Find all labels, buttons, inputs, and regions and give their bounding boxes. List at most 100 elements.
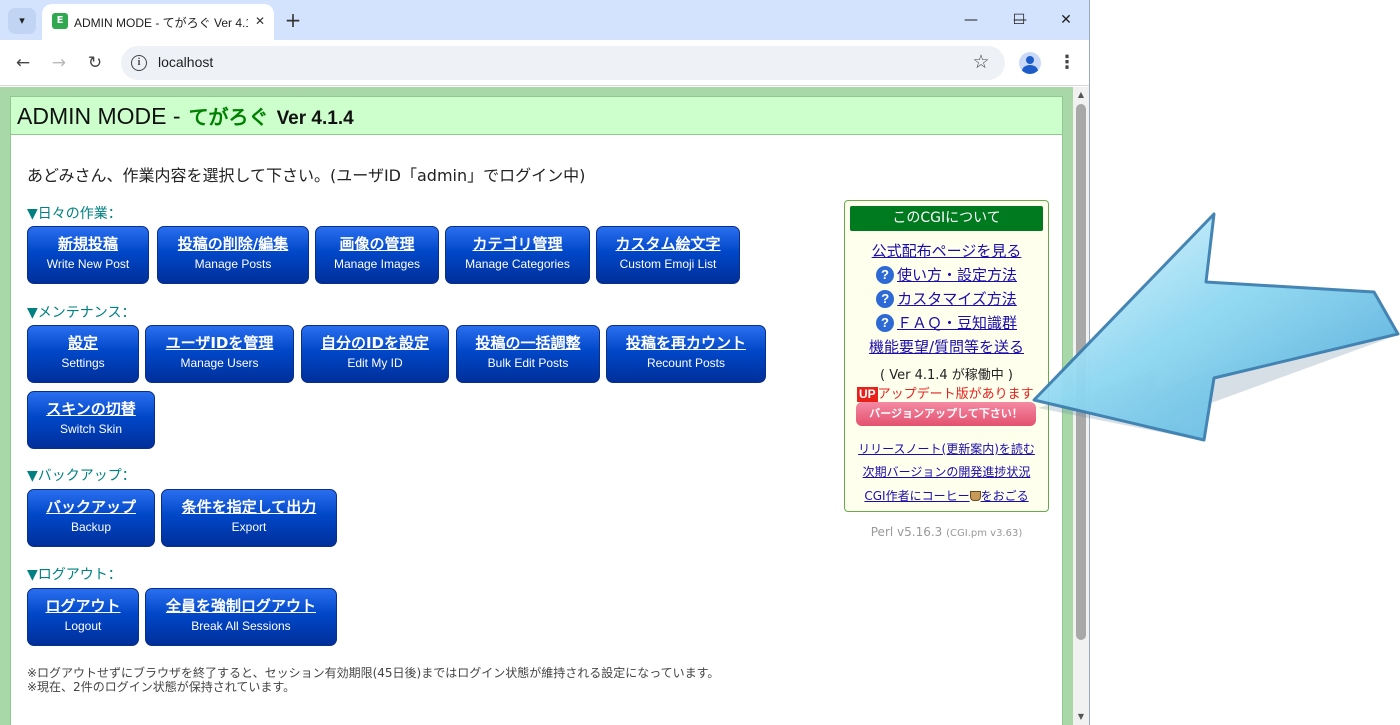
recount-posts-button[interactable]: 投稿を再カウント Recount Posts xyxy=(606,325,766,383)
release-notes-link[interactable]: リリースノート(更新案内)を読む xyxy=(845,440,1048,457)
custom-emoji-button[interactable]: カスタム絵文字 Custom Emoji List xyxy=(596,226,740,284)
version-up-button[interactable]: バージョンアップして下さい！ xyxy=(856,402,1036,426)
tab-close-icon[interactable]: ✕ xyxy=(252,13,268,29)
about-cgi-box: このCGIについて 公式配布ページを見る ? 使い方・設定方法 ? カスタマイズ方法… xyxy=(844,200,1049,512)
export-button[interactable]: 条件を指定して出力 Export xyxy=(161,489,337,547)
footnote-session-expiry: ※ログアウトせずにブラウザを終了すると、セッション有効期限(45日後)まではログ… xyxy=(27,666,720,680)
section-logout-label: ▼ログアウト： xyxy=(27,567,122,583)
usage-link[interactable]: ? 使い方・設定方法 xyxy=(845,264,1048,285)
greeting-text: あどみさん、作業内容を選択して下さい。(ユーザID「admin」でログイン中) xyxy=(27,166,586,185)
reload-icon[interactable]: ↻ xyxy=(83,51,107,75)
button-label-en: Switch Skin xyxy=(59,422,123,436)
manage-posts-button[interactable]: 投稿の削除/編集 Manage Posts xyxy=(157,226,309,284)
button-label-jp: 条件を指定して出力 xyxy=(181,498,317,516)
button-label-jp: 投稿の一括調整 xyxy=(475,334,581,352)
usage-link-text[interactable]: 使い方・設定方法 xyxy=(897,266,1017,284)
button-label-en: Manage Categories xyxy=(465,257,570,271)
button-label-en: Backup xyxy=(70,520,112,534)
section-daily-label: ▼日々の作業： xyxy=(27,206,122,222)
coffee-cup-icon xyxy=(969,491,981,501)
faq-link[interactable]: ? ＦＡＱ・豆知識群 xyxy=(845,312,1048,333)
button-label-jp: 新規投稿 xyxy=(57,235,118,253)
browser-window: ▾ E ADMIN MODE - てがろぐ Ver 4.1.4 ✕ + — — … xyxy=(0,0,1090,725)
running-version-text: ( Ver 4.1.4 が稼働中 ) xyxy=(880,368,1013,383)
browser-toolbar: ← → ↻ i localhost ☆ ⋮ xyxy=(0,40,1089,86)
backup-button[interactable]: バックアップ Backup xyxy=(27,489,155,547)
maximize-button[interactable]: ☐ xyxy=(996,6,1042,34)
help-question-icon: ? xyxy=(875,266,894,284)
button-label-jp: スキンの切替 xyxy=(46,400,136,418)
scroll-down-icon[interactable]: ▼ xyxy=(1073,709,1089,725)
tab-admin-mode[interactable]: E ADMIN MODE - てがろぐ Ver 4.1.4 ✕ xyxy=(42,4,274,40)
buy-coffee-text-before[interactable]: CGI作者にコーヒー xyxy=(864,489,969,503)
tab-bar: ▾ E ADMIN MODE - てがろぐ Ver 4.1.4 ✕ + — xyxy=(0,0,1089,40)
update-available-text: アップデート版があります xyxy=(877,387,1034,402)
button-label-jp: バックアップ xyxy=(45,498,136,516)
customize-link-text[interactable]: カスタマイズ方法 xyxy=(897,290,1017,308)
minimize-button[interactable]: — xyxy=(948,6,994,34)
button-label-jp: 画像の管理 xyxy=(339,235,415,253)
button-label-jp: 全員を強制ログアウト xyxy=(165,597,316,615)
cgi-pm-version: (CGI.pm v3.63) xyxy=(946,528,1023,539)
button-label-jp: カテゴリ管理 xyxy=(472,235,563,253)
button-label-en: Manage Images xyxy=(333,257,421,271)
manage-images-button[interactable]: 画像の管理 Manage Images xyxy=(315,226,439,284)
button-label-en: Export xyxy=(231,520,267,534)
break-all-sessions-button[interactable]: 全員を強制ログアウト Break All Sessions xyxy=(145,588,337,646)
footnote: ※ログアウトせずにブラウザを終了すると、セッション有効期限(45日後)まではログ… xyxy=(27,666,719,694)
favicon-icon: E xyxy=(52,13,68,29)
button-label-en: Manage Posts xyxy=(194,257,272,271)
new-tab-icon[interactable]: + xyxy=(282,9,304,31)
faq-link-text[interactable]: ＦＡＱ・豆知識群 xyxy=(897,314,1017,332)
bulk-edit-button[interactable]: 投稿の一括調整 Bulk Edit Posts xyxy=(456,325,600,383)
buy-coffee-text-after[interactable]: をおごる xyxy=(981,489,1029,503)
button-label-en: Bulk Edit Posts xyxy=(487,356,569,370)
close-window-button[interactable]: ✕ xyxy=(1043,6,1089,34)
button-label-en: Logout xyxy=(64,619,102,633)
switch-skin-button[interactable]: スキンの切替 Switch Skin xyxy=(27,391,155,449)
back-arrow-icon[interactable]: ← xyxy=(11,51,35,75)
footnote-session-count: ※現在、2件のログイン状態が保持されています。 xyxy=(27,680,296,694)
official-page-link[interactable]: 公式配布ページを見る xyxy=(845,240,1048,261)
tab-title: ADMIN MODE - てがろぐ Ver 4.1.4 xyxy=(74,16,248,30)
site-info-icon[interactable]: i xyxy=(131,55,147,71)
app-version: Ver 4.1.4 xyxy=(276,108,354,129)
button-label-jp: 自分のIDを設定 xyxy=(320,334,430,352)
edit-my-id-button[interactable]: 自分のIDを設定 Edit My ID xyxy=(301,325,449,383)
manage-categories-button[interactable]: カテゴリ管理 Manage Categories xyxy=(445,226,590,284)
next-version-progress-link[interactable]: 次期バージョンの開発進捗状況 xyxy=(845,463,1048,480)
button-label-en: Recount Posts xyxy=(646,356,726,370)
page-viewport: ADMIN MODE - てがろぐ Ver 4.1.4 あどみさん、作業内容を選択し… xyxy=(0,87,1073,725)
settings-button[interactable]: 設定 Settings xyxy=(27,325,139,383)
button-label-en: Custom Emoji List xyxy=(619,257,717,271)
app-name: てがろぐ xyxy=(188,107,269,129)
update-available-notice: UP アップデート版があります xyxy=(857,383,1034,402)
manage-users-button[interactable]: ユーザIDを管理 Manage Users xyxy=(145,325,294,383)
button-label-jp: 投稿を再カウント xyxy=(625,334,746,352)
browser-menu-icon[interactable]: ⋮ xyxy=(1058,51,1076,75)
button-label-jp: 投稿の削除/編集 xyxy=(177,235,289,253)
logout-button[interactable]: ログアウト Logout xyxy=(27,588,139,646)
profile-avatar-icon[interactable] xyxy=(1019,52,1041,74)
new-post-button[interactable]: 新規投稿 Write New Post xyxy=(27,226,149,284)
perl-version: Perl v5.16.3 xyxy=(870,525,943,539)
scroll-up-icon[interactable]: ▲ xyxy=(1073,87,1089,103)
address-bar[interactable]: i localhost ☆ xyxy=(121,46,1005,80)
forward-arrow-icon[interactable]: → xyxy=(47,51,71,75)
button-label-jp: ユーザIDを管理 xyxy=(165,334,274,352)
button-label-en: Settings xyxy=(61,356,105,370)
section-backup-label: ▼バックアップ： xyxy=(27,468,136,484)
section-maintenance-label: ▼メンテナンス： xyxy=(27,305,136,321)
feedback-link[interactable]: 機能要望/質問等を送る xyxy=(845,336,1048,357)
admin-page: ADMIN MODE - てがろぐ Ver 4.1.4 あどみさん、作業内容を選択し… xyxy=(10,96,1063,725)
bookmark-star-icon[interactable]: ☆ xyxy=(970,51,992,73)
customize-link[interactable]: ? カスタマイズ方法 xyxy=(845,288,1048,309)
button-label-jp: ログアウト xyxy=(45,597,121,615)
button-label-en: Write New Post xyxy=(46,257,130,271)
button-label-en: Manage Users xyxy=(180,356,259,370)
url-text[interactable]: localhost xyxy=(158,54,213,70)
tab-search-icon[interactable]: ▾ xyxy=(8,8,36,34)
buy-coffee-link[interactable]: CGI作者にコーヒー をおごる xyxy=(845,487,1048,504)
button-label-jp: カスタム絵文字 xyxy=(615,235,721,253)
button-label-jp: 設定 xyxy=(67,334,98,352)
